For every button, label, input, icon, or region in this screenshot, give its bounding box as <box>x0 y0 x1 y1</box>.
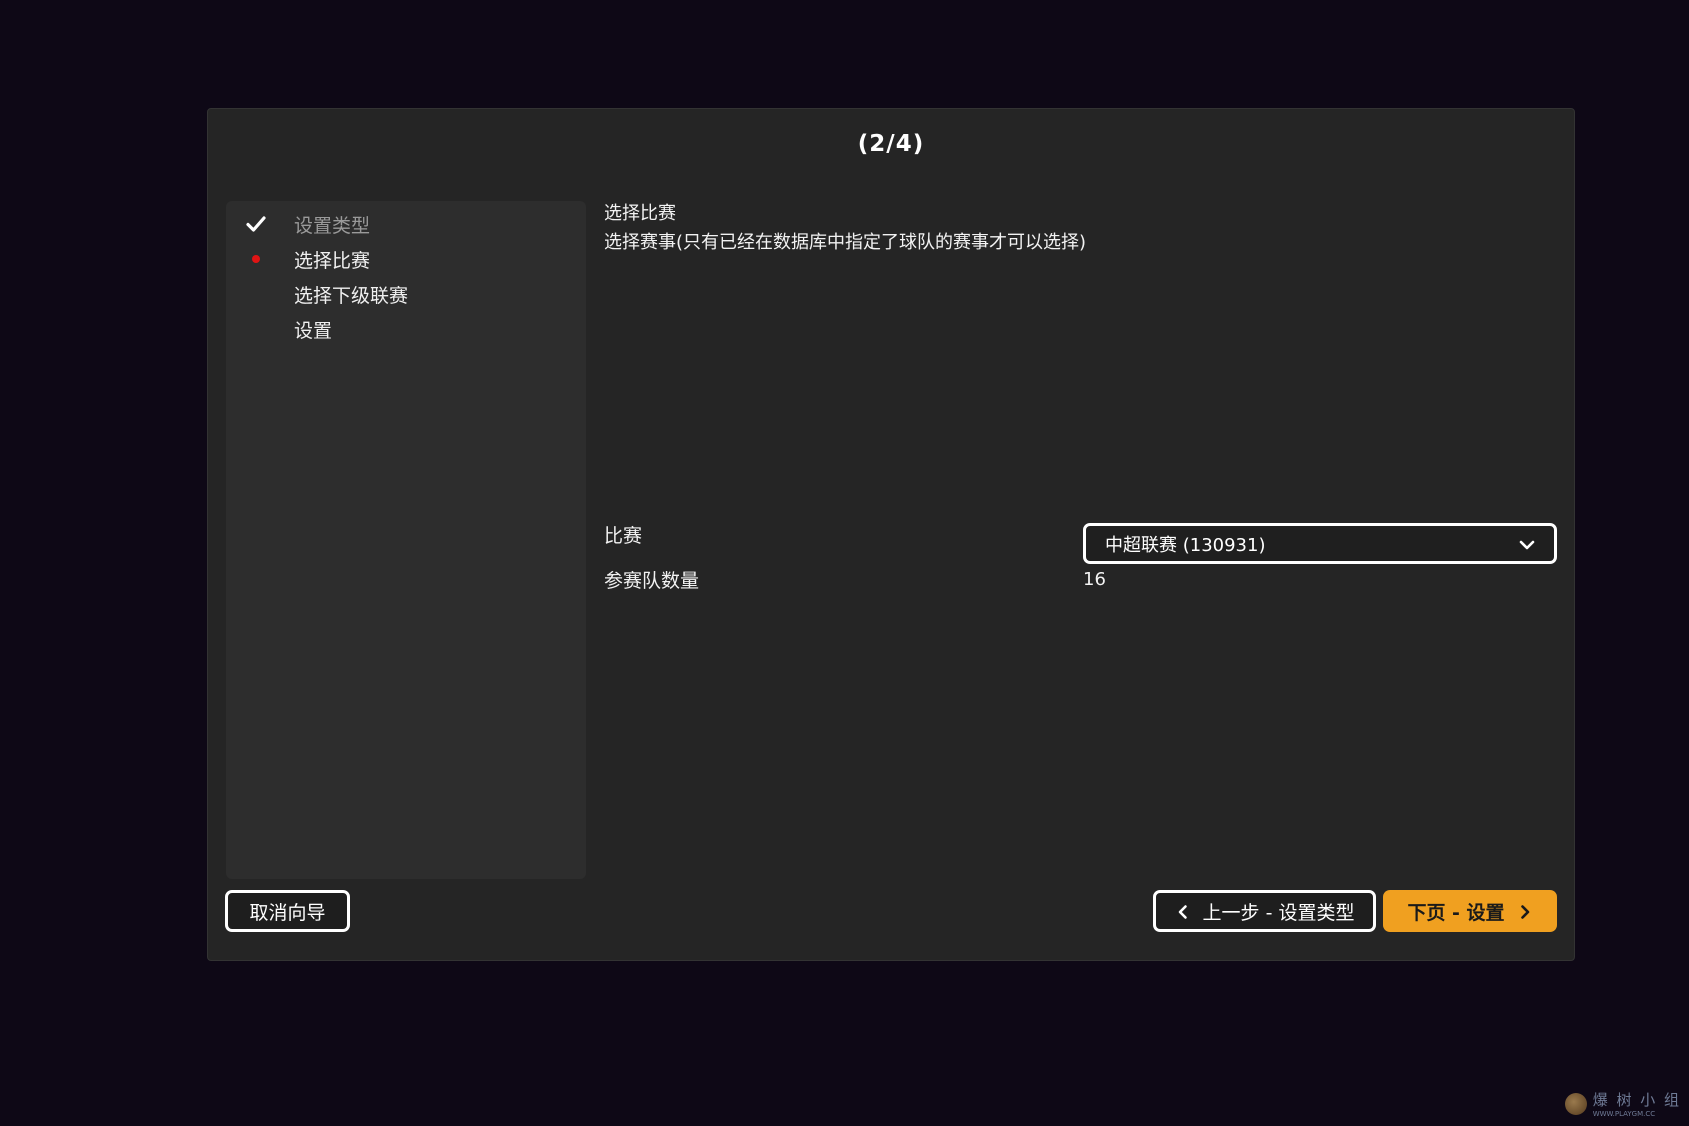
cancel-wizard-label: 取消向导 <box>249 901 326 924</box>
step-label: 选择下级联赛 <box>294 284 409 307</box>
chevron-left-icon <box>1175 903 1191 919</box>
chevron-down-icon <box>1518 536 1536 554</box>
content-description: 选择赛事(只有已经在数据库中指定了球队的赛事才可以选择) <box>604 232 1087 253</box>
site-watermark: 爆 树 小 组 WWW.PLAYGM.CC <box>1564 1089 1681 1118</box>
step-item-set-type: 设置类型 <box>226 209 586 239</box>
step-label: 设置 <box>294 319 333 342</box>
wizard-dialog: (2/4) 设置类型 选择比赛 选择下级联赛 设置 选择比赛 选择赛事(只有已经… <box>207 108 1575 961</box>
step-label: 设置类型 <box>294 214 371 237</box>
steps-sidebar: 设置类型 选择比赛 选择下级联赛 设置 <box>226 201 586 879</box>
team-count-label: 参赛队数量 <box>604 570 700 592</box>
step-item-select-competition: 选择比赛 <box>226 244 586 274</box>
watermark-url: WWW.PLAYGM.CC <box>1592 1110 1656 1118</box>
competition-label: 比赛 <box>604 525 643 547</box>
content-heading: 选择比赛 <box>604 203 676 224</box>
chevron-right-icon <box>1517 903 1533 919</box>
step-label: 选择比赛 <box>294 249 371 272</box>
step-item-settings: 设置 <box>226 314 586 344</box>
prev-step-label: 上一步 - 设置类型 <box>1202 901 1355 924</box>
team-count-value: 16 <box>1083 569 1106 590</box>
next-step-button[interactable]: 下页 - 设置 <box>1383 890 1557 932</box>
watermark-text: 爆 树 小 组 <box>1592 1091 1681 1109</box>
prev-step-button[interactable]: 上一步 - 设置类型 <box>1153 890 1376 932</box>
checkmark-icon <box>244 212 268 236</box>
competition-selected-value: 中超联赛 (130931) <box>1105 534 1266 556</box>
red-dot-icon <box>244 247 268 271</box>
cancel-wizard-button[interactable]: 取消向导 <box>225 890 350 932</box>
watermark-logo-icon <box>1564 1092 1587 1115</box>
wizard-step-counter: (2/4) <box>857 131 925 157</box>
step-item-select-sub-league: 选择下级联赛 <box>226 279 586 309</box>
next-step-label: 下页 - 设置 <box>1407 901 1505 924</box>
competition-select[interactable]: 中超联赛 (130931) <box>1083 523 1557 564</box>
